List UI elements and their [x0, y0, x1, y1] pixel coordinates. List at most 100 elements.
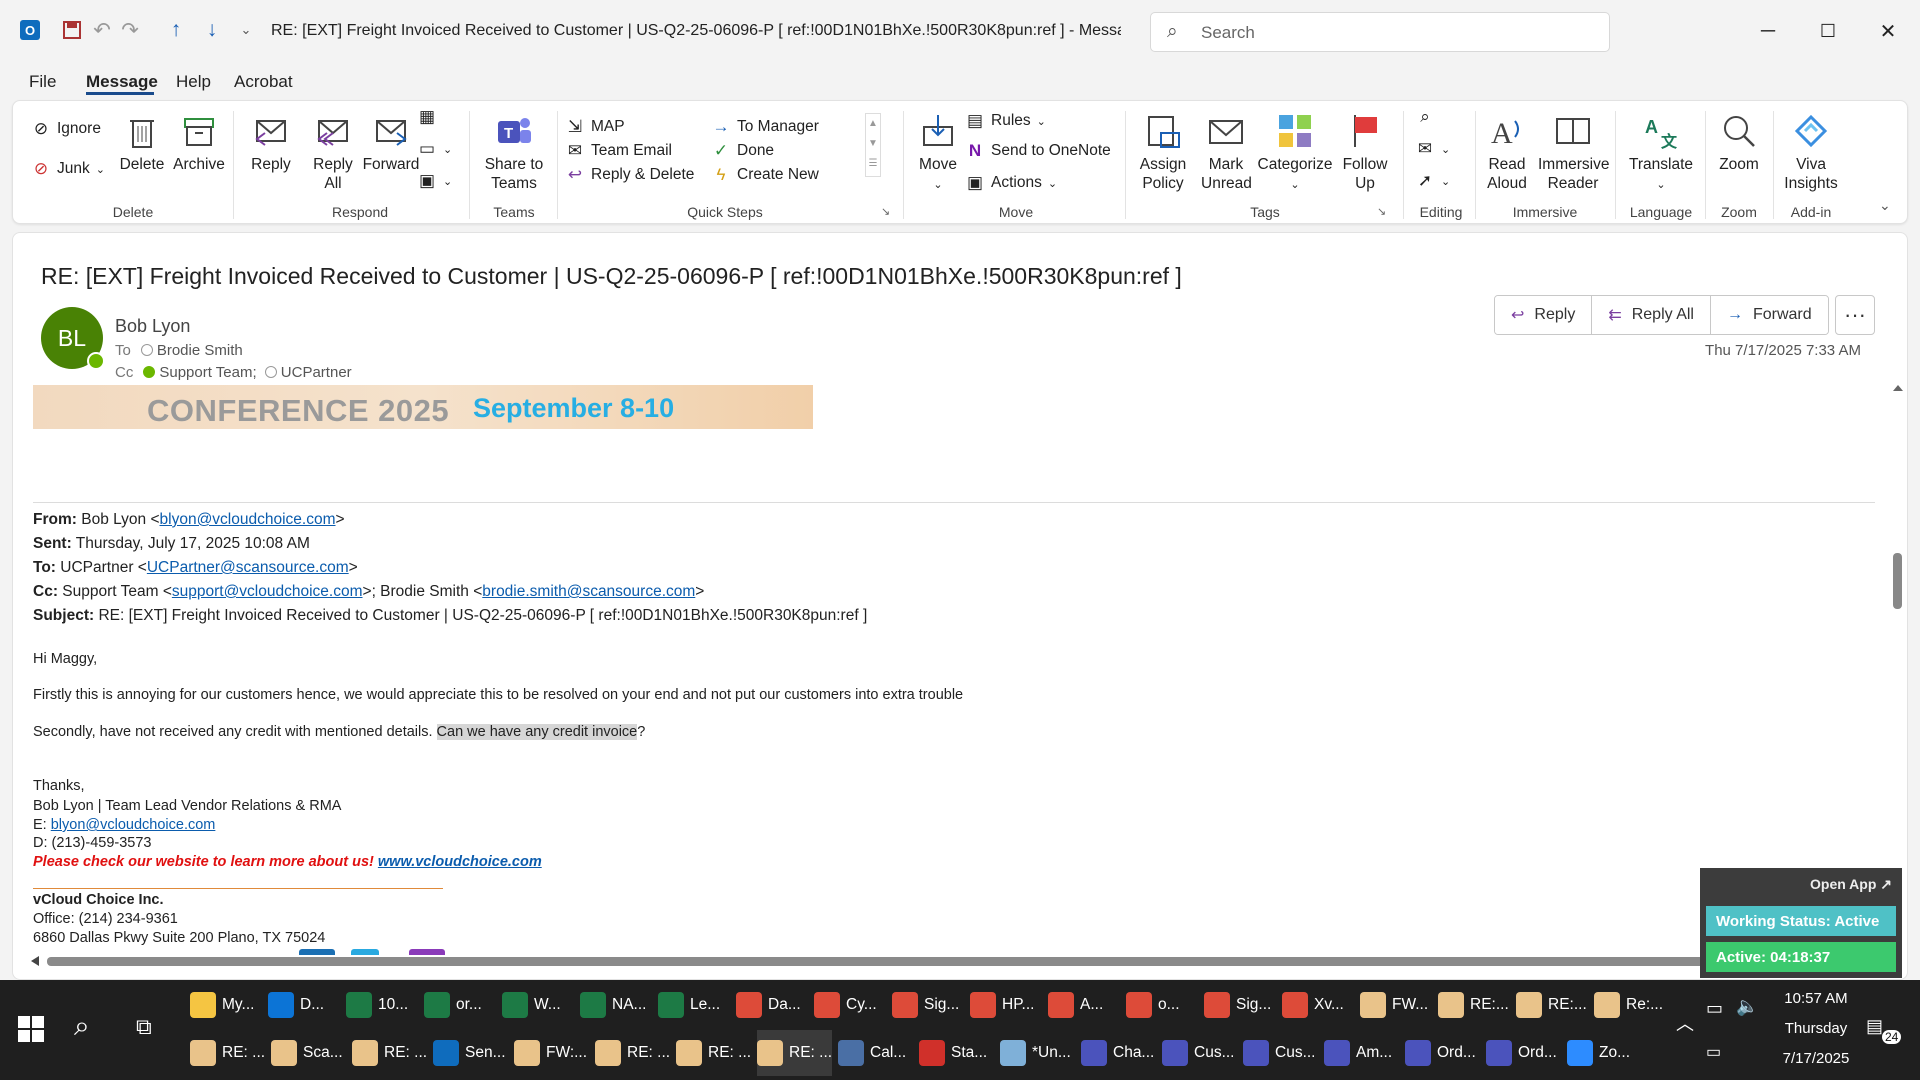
ribbon-collapse-icon[interactable]: ⌄ — [1879, 197, 1891, 214]
horizontal-scrollbar[interactable] — [25, 951, 1887, 971]
viva-insights-button[interactable]: Viva Insights — [1777, 111, 1845, 193]
read-aloud-button[interactable]: A Read Aloud — [1479, 111, 1535, 193]
taskbar-app-button[interactable]: RE: ... — [352, 1030, 427, 1076]
zoom-button[interactable]: Zoom — [1709, 111, 1769, 174]
assign-policy-button[interactable]: Assign Policy — [1133, 111, 1193, 193]
clock-date[interactable]: 7/17/2025 — [1768, 1050, 1864, 1067]
taskbar-app-button[interactable]: Ord... — [1405, 1030, 1476, 1076]
find-button[interactable]: ⌕ — [1415, 107, 1435, 127]
taskbar-app-button[interactable]: Cy... — [814, 982, 877, 1028]
recipient-support-team[interactable]: Support Team; — [159, 364, 256, 381]
im-reply-icon[interactable]: ▭ ⌄ — [417, 139, 452, 159]
quickstep-to-manager[interactable]: → To Manager — [711, 117, 819, 137]
quickstep-done[interactable]: ✓ Done — [711, 141, 774, 161]
reply-button[interactable]: Reply — [243, 111, 299, 174]
move-button[interactable]: Move ⌄ — [911, 111, 965, 195]
notification-center-icon[interactable]: ▤ 24 — [1866, 1016, 1902, 1046]
categorize-button[interactable]: Categorize ⌄ — [1253, 111, 1337, 195]
taskbar-app-button[interactable]: FW... — [1360, 982, 1428, 1028]
previous-item-icon[interactable]: ↑ — [162, 16, 190, 44]
taskbar-app-button[interactable]: Zo... — [1567, 1030, 1630, 1076]
network-icon[interactable]: ▭ — [1706, 1042, 1721, 1062]
taskbar-app-button[interactable]: NA... — [580, 982, 646, 1028]
delete-button[interactable]: Delete — [115, 111, 169, 174]
related-button[interactable]: ✉ ⌄ — [1415, 139, 1450, 159]
taskbar-app-button[interactable]: Da... — [736, 982, 801, 1028]
working-status-badge[interactable]: Working Status: Active — [1706, 906, 1896, 936]
taskbar-app-button[interactable]: RE: ... — [190, 1030, 265, 1076]
menu-help[interactable]: Help — [176, 72, 211, 92]
undo-icon[interactable]: ↶ — [88, 16, 116, 44]
recipient-brodie[interactable]: Brodie Smith — [157, 342, 243, 359]
taskbar-app-button[interactable]: Cal... — [838, 1030, 906, 1076]
menu-acrobat[interactable]: Acrobat — [234, 72, 293, 92]
rules-button[interactable]: ▤ Rules ⌄ — [965, 111, 1046, 131]
customize-toolbar-icon[interactable]: ⌄ — [232, 16, 260, 44]
immersive-reader-button[interactable]: Immersive Reader — [1535, 111, 1611, 193]
minimize-button[interactable]: ─ — [1748, 14, 1788, 48]
menu-message[interactable]: Message — [86, 72, 158, 92]
taskbar-app-button[interactable]: Cus... — [1243, 1030, 1315, 1076]
taskbar-app-button[interactable]: RE: ... — [757, 1030, 833, 1076]
quickstep-map[interactable]: ⇲ MAP — [565, 117, 625, 137]
more-actions-button[interactable]: ··· — [1835, 295, 1875, 335]
search-box[interactable]: ⌕ Search — [1150, 12, 1610, 52]
clock-day[interactable]: Thursday — [1776, 1020, 1856, 1037]
recipient-ucpartner[interactable]: UCPartner — [281, 364, 352, 381]
reply-all-button[interactable]: Reply All — [301, 111, 365, 193]
ignore-button[interactable]: ⊘ Ignore — [31, 119, 101, 139]
taskbar-app-button[interactable]: Xv... — [1282, 982, 1344, 1028]
taskbar-app-button[interactable]: HP... — [970, 982, 1034, 1028]
taskbar-app-button[interactable]: A... — [1048, 982, 1103, 1028]
from-email-link[interactable]: blyon@vcloudchoice.com — [160, 511, 336, 528]
quickstep-reply-delete[interactable]: ↩ Reply & Delete — [565, 165, 695, 185]
taskbar-app-button[interactable]: W... — [502, 982, 561, 1028]
cc-email-link-2[interactable]: brodie.smith@scansource.com — [482, 583, 695, 600]
taskbar-app-button[interactable]: Le... — [658, 982, 720, 1028]
reply-all-button[interactable]: ⇇ Reply All — [1592, 296, 1711, 334]
taskbar-app-button[interactable]: Sig... — [1204, 982, 1271, 1028]
taskbar-app-button[interactable]: Am... — [1324, 1030, 1392, 1076]
more-respond-icon[interactable]: ▣ ⌄ — [417, 171, 452, 191]
maximize-button[interactable]: ☐ — [1808, 14, 1848, 48]
translate-button[interactable]: A文 Translate ⌄ — [1619, 111, 1703, 195]
meeting-reply-icon[interactable]: ▦ — [417, 107, 437, 127]
cc-email-link[interactable]: support@vcloudchoice.com — [172, 583, 363, 600]
taskbar-app-button[interactable]: Cha... — [1081, 1030, 1154, 1076]
taskbar-app-button[interactable]: Cus... — [1162, 1030, 1234, 1076]
show-hidden-icons[interactable]: ︿ — [1676, 1010, 1694, 1036]
quickstep-create-new[interactable]: ϟ Create New — [711, 165, 819, 185]
open-app-button[interactable]: Open App ↗ — [1810, 876, 1892, 893]
save-icon[interactable] — [58, 16, 86, 44]
signature-email-link[interactable]: blyon@vcloudchoice.com — [51, 817, 216, 833]
taskbar-app-button[interactable]: Sca... — [271, 1030, 343, 1076]
taskbar-app-button[interactable]: RE: ... — [595, 1030, 670, 1076]
junk-button[interactable]: ⊘ Junk ⌄ — [31, 159, 105, 179]
forward-button[interactable]: Forward — [361, 111, 421, 174]
taskbar-app-button[interactable]: o... — [1126, 982, 1180, 1028]
taskbar-app-button[interactable]: *Un... — [1000, 1030, 1071, 1076]
taskbar-app-button[interactable]: RE:... — [1516, 982, 1587, 1028]
taskbar-app-button[interactable]: FW:... — [514, 1030, 587, 1076]
archive-button[interactable]: Archive — [169, 111, 229, 174]
task-view-icon[interactable]: ⧉ — [136, 1014, 152, 1040]
clock-time[interactable]: 10:57 AM — [1776, 990, 1856, 1007]
quickstep-team-email[interactable]: ✉ Team Email — [565, 141, 672, 161]
taskbar-app-button[interactable]: RE: ... — [676, 1030, 751, 1076]
redo-icon[interactable]: ↷ — [116, 16, 144, 44]
mark-unread-button[interactable]: Mark Unread — [1199, 111, 1253, 193]
vertical-scrollbar[interactable] — [1889, 383, 1907, 943]
sender-name[interactable]: Bob Lyon — [115, 316, 190, 337]
to-email-link[interactable]: UCPartner@scansource.com — [147, 559, 349, 576]
volume-icon[interactable]: 🔈 — [1736, 996, 1758, 1017]
taskbar-app-button[interactable]: or... — [424, 982, 482, 1028]
taskbar-app-button[interactable]: Sta... — [919, 1030, 987, 1076]
battery-icon[interactable]: ▭ — [1706, 998, 1723, 1019]
menu-file[interactable]: File — [29, 72, 56, 92]
taskbar-app-button[interactable]: Re:... — [1594, 982, 1663, 1028]
forward-button[interactable]: → Forward — [1710, 296, 1828, 334]
website-link[interactable]: www.vcloudchoice.com — [378, 854, 542, 870]
windows-start-icon[interactable] — [16, 1014, 46, 1044]
taskbar-app-button[interactable]: 10... — [346, 982, 408, 1028]
taskbar-app-button[interactable]: Sen... — [433, 1030, 506, 1076]
